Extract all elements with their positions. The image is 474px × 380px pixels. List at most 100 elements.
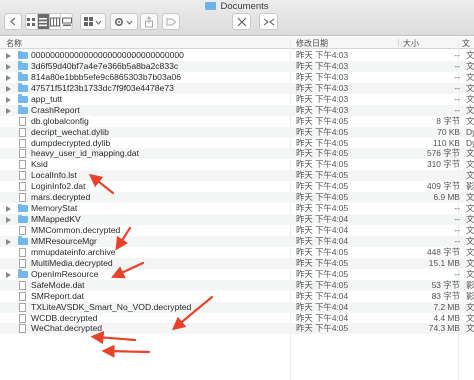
file-row[interactable]: TXLiteAVSDK_Smart_No_VOD.decrypted 昨天 下午4… — [0, 301, 474, 313]
file-date: 昨天 下午4:04 — [296, 235, 349, 246]
file-row[interactable]: decript_wechat.dylib 昨天 下午4:05 70 KB Dy — [0, 126, 474, 138]
file-name: MemoryStat — [31, 203, 78, 214]
file-name: 3d6f59d40bf7a4e7e366b5a8ba2c833c — [31, 60, 179, 71]
share-button[interactable] — [140, 13, 158, 30]
folder-icon — [18, 269, 28, 278]
file-row[interactable]: heavy_user_id_mapping.dat 昨天 下午4:05 576 字节… — [0, 148, 474, 160]
folder-icon — [18, 50, 28, 59]
file-row[interactable]: MMResourceMgr 昨天 下午4:04 -- 文 — [0, 235, 474, 247]
disclosure-triangle-icon[interactable] — [6, 74, 11, 81]
file-size: 83 字节 — [431, 290, 460, 301]
document-icon — [19, 182, 26, 192]
file-row[interactable]: 814a80e1bbb5efe9c6865303b7b03a06 昨天 下午4:0… — [0, 72, 474, 83]
view-mode-control[interactable] — [25, 13, 73, 30]
file-row[interactable]: MMCommon.decrypted 昨天 下午4:04 -- 文 — [0, 225, 474, 236]
file-kind: 文 — [466, 192, 474, 203]
file-name: WeChat.decrypted — [31, 323, 103, 334]
list-view-button[interactable] — [37, 14, 50, 29]
file-kind: 文 — [466, 148, 474, 159]
file-size: -- — [454, 82, 460, 93]
extension-button-2[interactable] — [259, 13, 278, 30]
document-icon — [19, 171, 26, 181]
disclosure-triangle-icon[interactable] — [6, 107, 11, 114]
file-row[interactable]: WeChat.decrypted 昨天 下午4:05 74.3 MB 文 — [0, 323, 474, 335]
column-date-header[interactable]: 修改日期 — [296, 38, 328, 49]
disclosure-triangle-icon[interactable] — [6, 96, 11, 103]
file-row[interactable]: CrashReport 昨天 下午4:03 -- 文 — [0, 104, 474, 116]
file-row[interactable]: Ksid 昨天 下午4:05 310 字节文 — [0, 159, 474, 170]
file-kind: 影 — [466, 181, 474, 192]
file-name: MultiMedia.decrypted — [31, 257, 113, 268]
file-row[interactable]: LocalInfo.lst 昨天 下午4:05 文 — [0, 170, 474, 182]
grid-icon — [27, 17, 36, 26]
tag-button[interactable] — [162, 13, 180, 30]
file-row[interactable]: mars.decrypted 昨天 下午4:05 6.9 MB 文 — [0, 192, 474, 204]
file-date: 昨天 下午4:05 — [296, 246, 349, 257]
icon-view-button[interactable] — [26, 14, 38, 29]
document-icon — [19, 280, 26, 290]
file-row[interactable]: mmupdateinfo.archive 昨天 下午4:05 448 字节文 — [0, 247, 474, 258]
disclosure-triangle-icon[interactable] — [6, 271, 11, 278]
file-row[interactable]: LoginInfo2.dat 昨天 下午4:05 409 字节影 — [0, 181, 474, 192]
file-row[interactable]: MemoryStat 昨天 下午4:05 -- 文 — [0, 203, 474, 214]
file-size: -- — [454, 235, 460, 246]
folder-icon — [18, 83, 28, 92]
file-name: Ksid — [31, 159, 48, 170]
action-menu-button[interactable] — [110, 13, 138, 30]
file-name: mmupdateinfo.archive — [31, 246, 116, 257]
disclosure-triangle-icon[interactable] — [6, 238, 11, 245]
file-kind: 文 — [466, 50, 474, 60]
arrange-icon — [84, 16, 102, 26]
file-date: 昨天 下午4:05 — [296, 203, 349, 214]
file-kind: 文 — [466, 82, 474, 93]
gallery-view-button[interactable] — [61, 14, 72, 29]
file-date: 昨天 下午4:03 — [296, 60, 349, 71]
file-row[interactable]: SafeMode.dat 昨天 下午4:05 53 字节影 — [0, 279, 474, 291]
column-size-header[interactable]: 大小 — [403, 38, 419, 49]
file-row[interactable]: dumpdecrypted.dylib 昨天 下午4:05 110 KB Dy — [0, 138, 474, 149]
arrange-button[interactable] — [80, 13, 106, 30]
file-size: 576 字节 — [426, 148, 460, 159]
extension-button-1[interactable] — [232, 13, 251, 30]
document-icon — [19, 149, 26, 159]
column-kind-header[interactable]: 文 — [462, 38, 470, 49]
file-date: 昨天 下午4:04 — [296, 214, 349, 225]
file-name: db.globalconfig — [31, 115, 89, 126]
file-row[interactable]: MMappedKV 昨天 下午4:04 -- 文 — [0, 214, 474, 225]
file-size: 110 KB — [433, 137, 460, 148]
gear-icon — [114, 17, 133, 26]
column-name-header[interactable]: 名称 — [6, 38, 22, 49]
file-size: -- — [454, 104, 460, 115]
file-row[interactable]: 47571f51f23b1733dc7f9f03e4478e73 昨天 下午4:0… — [0, 82, 474, 94]
folder-icon — [18, 72, 28, 81]
column-divider[interactable] — [398, 39, 399, 47]
disclosure-triangle-icon[interactable] — [6, 53, 11, 59]
file-row[interactable]: OpenImResource 昨天 下午4:05 -- 文 — [0, 269, 474, 280]
file-date: 昨天 下午4:03 — [296, 50, 349, 60]
file-name: SafeMode.dat — [31, 279, 85, 290]
file-row[interactable]: db.globalconfig 昨天 下午4:05 8 字节文 — [0, 116, 474, 127]
file-date: 昨天 下午4:04 — [296, 290, 349, 301]
file-date: 昨天 下午4:03 — [296, 71, 349, 82]
file-date: 昨天 下午4:05 — [296, 148, 349, 159]
file-date: 昨天 下午4:04 — [296, 312, 349, 323]
file-row[interactable]: app_tutt 昨天 下午4:03 -- 文 — [0, 94, 474, 105]
file-kind: 文 — [466, 71, 474, 82]
file-name: heavy_user_id_mapping.dat — [31, 148, 139, 159]
file-row[interactable]: MultiMedia.decrypted 昨天 下午4:05 15.1 MB 文 — [0, 257, 474, 269]
file-name: CrashReport — [31, 104, 80, 115]
file-row[interactable]: WCDB.decrypted 昨天 下午4:04 4.4 MB 文 — [0, 313, 474, 324]
disclosure-triangle-icon[interactable] — [6, 85, 11, 92]
column-view-button[interactable] — [49, 14, 62, 29]
file-size: 8 字节 — [436, 115, 460, 126]
file-size: -- — [454, 93, 460, 104]
disclosure-triangle-icon[interactable] — [6, 217, 11, 224]
file-row[interactable]: SMReport.dat 昨天 下午4:04 83 字节影 — [0, 291, 474, 302]
file-kind: 文 — [466, 225, 474, 235]
file-row[interactable]: 00000000000000000000000000000000 昨天 下午4:0… — [0, 50, 474, 61]
file-row[interactable]: 3d6f59d40bf7a4e7e366b5a8ba2c833c 昨天 下午4:0… — [0, 60, 474, 72]
back-button[interactable] — [4, 13, 22, 30]
file-name: dumpdecrypted.dylib — [31, 137, 111, 148]
disclosure-triangle-icon[interactable] — [6, 206, 11, 213]
disclosure-triangle-icon[interactable] — [6, 63, 11, 70]
